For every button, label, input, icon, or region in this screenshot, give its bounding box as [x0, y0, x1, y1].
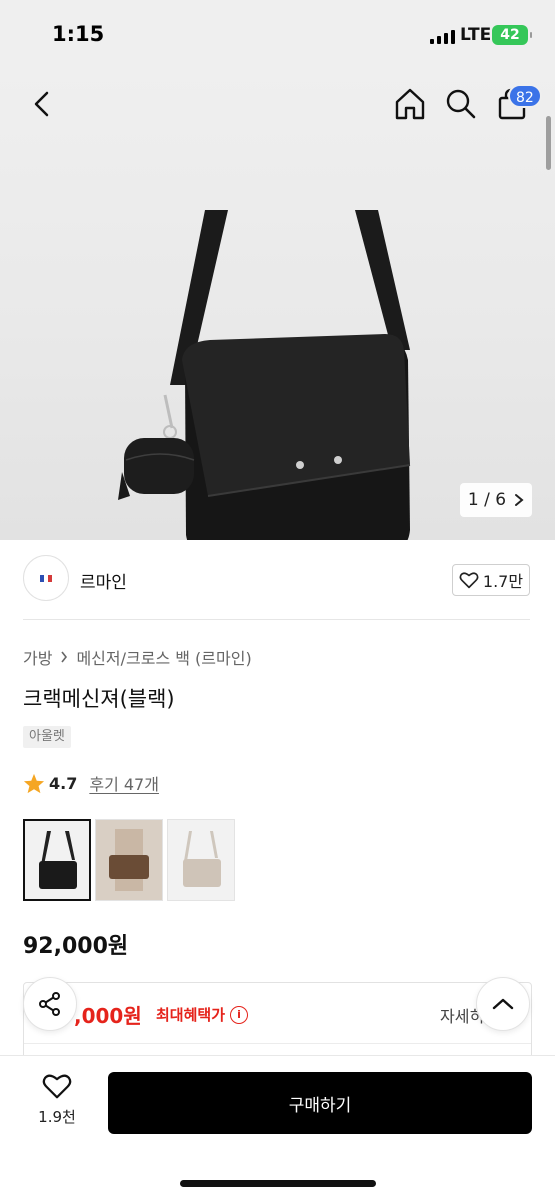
brand-like-button[interactable]: 1.7만: [452, 564, 530, 596]
brand-row[interactable]: 르마인 1.7만: [0, 540, 555, 620]
review-link[interactable]: 후기 47개: [89, 771, 159, 795]
heart-icon: [42, 1074, 72, 1099]
cart-count-badge: 82: [508, 84, 542, 108]
battery-level: 42: [500, 27, 520, 43]
search-icon: [446, 89, 476, 119]
home-icon: [395, 88, 425, 120]
network-label: LTE: [460, 25, 492, 45]
benefit-price: ,000원: [74, 1004, 142, 1028]
brand-name[interactable]: 르마인: [80, 568, 127, 593]
image-counter[interactable]: 1 / 6: [460, 483, 532, 517]
status-bar: 1:15 LTE 42: [0, 0, 555, 70]
info-icon[interactable]: i: [230, 1005, 249, 1024]
chevron-right-icon: [61, 651, 68, 663]
product-thumbnail-beige: [183, 831, 221, 887]
battery-icon: 42: [492, 25, 532, 45]
french-flag-icon: [40, 574, 52, 582]
home-indicator: [180, 1180, 376, 1187]
buy-button[interactable]: 구매하기: [108, 1072, 532, 1134]
breadcrumb-item[interactable]: 메신저/크로스 백 (르마인): [76, 645, 251, 669]
benefit-divider: [24, 1043, 531, 1044]
section-divider: [23, 619, 530, 620]
rating-row: 4.7 후기 47개: [23, 771, 159, 795]
chevron-right-icon: [515, 494, 524, 506]
product-thumbnail-brown: [109, 829, 149, 891]
chevron-up-icon: [492, 998, 514, 1010]
brand-like-count: 1.7만: [482, 572, 524, 591]
product-thumbnail-black: [39, 831, 77, 889]
product-image-gallery[interactable]: [0, 70, 555, 540]
star-icon: [23, 773, 45, 793]
outlet-badge: 아울렛: [23, 726, 71, 748]
color-swatch-brown[interactable]: [95, 819, 163, 901]
back-arrow-icon: [34, 91, 49, 117]
benefit-label[interactable]: 최대혜택가 i: [156, 1004, 249, 1025]
wishlist-button[interactable]: 1.9천: [22, 1072, 92, 1134]
status-time: 1:15: [52, 22, 105, 46]
share-button[interactable]: [23, 977, 77, 1031]
home-button[interactable]: [392, 86, 428, 122]
breadcrumb-item[interactable]: 가방: [23, 645, 52, 669]
color-swatch-black[interactable]: [23, 819, 91, 901]
page-scrollbar[interactable]: [546, 116, 551, 170]
color-swatch-beige[interactable]: [167, 819, 235, 901]
product-image: [118, 210, 411, 540]
image-counter-text: 1 / 6: [467, 490, 507, 510]
product-price: 92,000원: [23, 934, 129, 959]
share-icon: [39, 992, 60, 1016]
product-title: 크랙메신져(블랙): [23, 687, 175, 711]
wishlist-count: 1.9천: [38, 1108, 76, 1126]
breadcrumb: 가방 메신저/크로스 백 (르마인): [23, 645, 252, 669]
signal-icon: [430, 28, 455, 44]
scroll-top-button[interactable]: [476, 977, 530, 1031]
color-options: [23, 819, 235, 901]
back-button[interactable]: [24, 86, 60, 122]
rating-value: 4.7: [49, 773, 78, 793]
benefit-label-text: 최대혜택가: [156, 1006, 226, 1024]
brand-logo[interactable]: [23, 555, 69, 601]
search-button[interactable]: [443, 86, 479, 122]
heart-icon: [459, 572, 479, 589]
